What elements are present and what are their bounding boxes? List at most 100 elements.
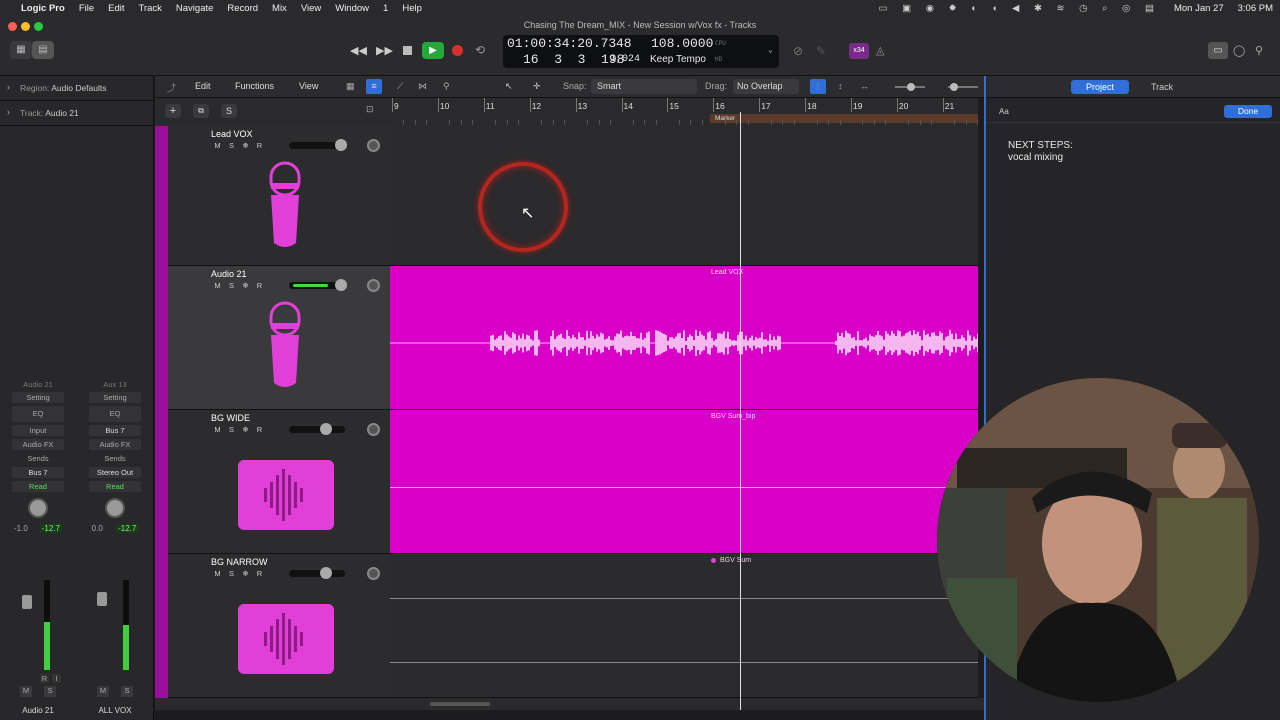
snap-select[interactable]: Smart xyxy=(591,79,697,94)
mute-button[interactable]: M xyxy=(212,425,223,435)
freeze-icon[interactable]: ❄ xyxy=(240,569,251,579)
count-in-icon[interactable]: ✎ xyxy=(816,44,826,58)
library-button[interactable]: ▦ xyxy=(10,41,32,59)
waveform-zoom-icon[interactable]: ⫶ xyxy=(810,79,826,94)
region-label-bgv-sum[interactable]: BGV Sum xyxy=(720,557,751,564)
ruler-bar-number[interactable]: 13 xyxy=(578,101,587,111)
list-editors-button[interactable]: ▭ xyxy=(1208,42,1228,59)
catch-icon[interactable]: ⚲ xyxy=(443,81,450,92)
horizontal-zoom-icon[interactable]: ↔ xyxy=(860,81,869,91)
automation-mode[interactable]: Read xyxy=(12,481,64,492)
inspector-button[interactable]: ▤ xyxy=(32,41,54,59)
note-line-2[interactable]: vocal mixing xyxy=(1008,152,1063,163)
menu-window[interactable]: Window xyxy=(328,3,376,14)
audio-fx-slot[interactable]: Audio FX xyxy=(12,439,64,450)
ruler-bar-number[interactable]: 16 xyxy=(715,101,724,111)
track-pan-knob[interactable] xyxy=(367,279,380,292)
ruler-bar-number[interactable]: 15 xyxy=(669,101,678,111)
volume-fader[interactable] xyxy=(22,595,32,609)
record-enable-button[interactable]: R xyxy=(254,569,265,579)
track-name[interactable]: BG NARROW xyxy=(211,557,268,567)
solo-button[interactable]: S xyxy=(226,425,237,435)
edit-menu[interactable]: Edit xyxy=(195,81,211,91)
track-header-lead-vox[interactable]: Lead VOX M S ❄ R xyxy=(168,126,390,266)
track-volume-slider[interactable] xyxy=(289,139,347,151)
metronome-icon[interactable]: ◬ xyxy=(876,44,884,57)
track-name[interactable]: Audio 21 xyxy=(211,269,247,279)
drag-select[interactable]: No Overlap xyxy=(733,79,799,94)
browser-button[interactable]: ⚲ xyxy=(1255,44,1263,57)
ruler-bar-number[interactable]: 11 xyxy=(486,101,495,111)
volume-value[interactable]: 0.0 xyxy=(92,524,103,533)
tab-project[interactable]: Project xyxy=(1071,80,1129,94)
freeze-icon[interactable]: ❄ xyxy=(240,141,251,151)
ruler-bar-number[interactable]: 14 xyxy=(624,101,633,111)
track-header-audio-21[interactable]: Audio 21 M S ❄ R xyxy=(168,266,390,410)
duplicate-track-icon[interactable]: ⧉ xyxy=(193,104,209,118)
ruler-bar-number[interactable]: 9 xyxy=(394,101,399,111)
back-icon[interactable]: ⤴ xyxy=(167,81,176,94)
view-menu[interactable]: View xyxy=(299,81,318,91)
horizontal-scrollbar[interactable] xyxy=(155,698,985,710)
mute-button[interactable]: M xyxy=(212,569,223,579)
ruler-bar-number[interactable]: 12 xyxy=(532,101,541,111)
setting-button[interactable]: Setting xyxy=(12,392,64,403)
vertical-zoom-slider[interactable] xyxy=(895,83,925,91)
done-button[interactable]: Done xyxy=(1224,105,1272,118)
menu-file[interactable]: File xyxy=(72,3,101,14)
menu-help[interactable]: Help xyxy=(395,3,429,14)
strip-mute-button[interactable]: M xyxy=(97,686,109,697)
region-label-bgv-sum-bip[interactable]: BGV Sum_bip xyxy=(711,413,755,420)
stop-button[interactable] xyxy=(403,46,412,55)
strip-r-button[interactable]: R xyxy=(40,674,49,683)
ruler-bar-number[interactable]: 18 xyxy=(807,101,816,111)
track-volume-slider[interactable] xyxy=(289,567,345,579)
tab-track[interactable]: Track xyxy=(1151,80,1173,94)
close-button[interactable] xyxy=(8,22,17,31)
solo-button[interactable]: S xyxy=(226,281,237,291)
lcd-display[interactable]: 01:00:34:20.73 48 108.0000 CPU 16 3 3 19… xyxy=(503,35,779,68)
input-slot[interactable]: Input xyxy=(12,425,64,436)
record-enable-button[interactable]: R xyxy=(254,141,265,151)
record-enable-button[interactable]: R xyxy=(254,425,265,435)
play-button[interactable]: ▶ xyxy=(422,42,444,59)
setting-button[interactable]: Setting xyxy=(89,392,141,403)
ruler-bar-number[interactable]: 10 xyxy=(440,101,449,111)
list-view-icon[interactable]: ≡ xyxy=(366,79,382,94)
sends-slot[interactable]: Sends xyxy=(12,453,64,464)
cpu-x34-button[interactable]: x34 xyxy=(849,43,869,59)
volume-fader[interactable] xyxy=(97,592,107,606)
pointer-tool[interactable]: ↖ xyxy=(505,81,513,92)
menu-track[interactable]: Track xyxy=(132,3,169,14)
freeze-icon[interactable]: ❄ xyxy=(240,425,251,435)
track-lane-bg-wide[interactable] xyxy=(390,410,978,554)
region-disclosure[interactable]: › xyxy=(7,82,10,92)
ruler-bar-number[interactable]: 19 xyxy=(853,101,862,111)
menu-navigate[interactable]: Navigate xyxy=(169,3,221,14)
track-volume-slider[interactable] xyxy=(289,279,347,291)
secondary-tool[interactable]: ✛ xyxy=(533,81,541,92)
menu-record[interactable]: Record xyxy=(220,3,265,14)
cycle-button[interactable]: ⟲ xyxy=(475,43,485,57)
grid-view-icon[interactable]: ▦ xyxy=(346,81,355,92)
automation-mode[interactable]: Read xyxy=(89,481,141,492)
record-enable-button[interactable]: R xyxy=(254,281,265,291)
marker-lane[interactable] xyxy=(710,114,978,123)
track-pan-knob[interactable] xyxy=(367,139,380,152)
record-button[interactable] xyxy=(452,45,463,56)
playhead[interactable] xyxy=(740,112,741,710)
menu-app[interactable]: Logic Pro xyxy=(14,3,72,14)
strip-mute-button[interactable]: M xyxy=(20,686,32,697)
notes-button[interactable]: ◯ xyxy=(1233,44,1245,57)
output-slot[interactable]: Bus 7 xyxy=(12,467,64,478)
catch-playhead-icon[interactable]: ⊡ xyxy=(366,104,374,115)
strip-i-button[interactable]: I xyxy=(52,674,61,683)
mute-button[interactable]: M xyxy=(212,281,223,291)
track-pan-knob[interactable] xyxy=(367,567,380,580)
track-lane-bg-narrow[interactable] xyxy=(390,554,978,698)
menu-1[interactable]: 1 xyxy=(376,3,395,14)
track-name[interactable]: Lead VOX xyxy=(211,129,253,139)
eq-button[interactable]: EQ xyxy=(12,406,64,422)
lcd-dropdown-icon[interactable]: ⌄ xyxy=(768,45,773,55)
solo-button[interactable]: S xyxy=(226,141,237,151)
